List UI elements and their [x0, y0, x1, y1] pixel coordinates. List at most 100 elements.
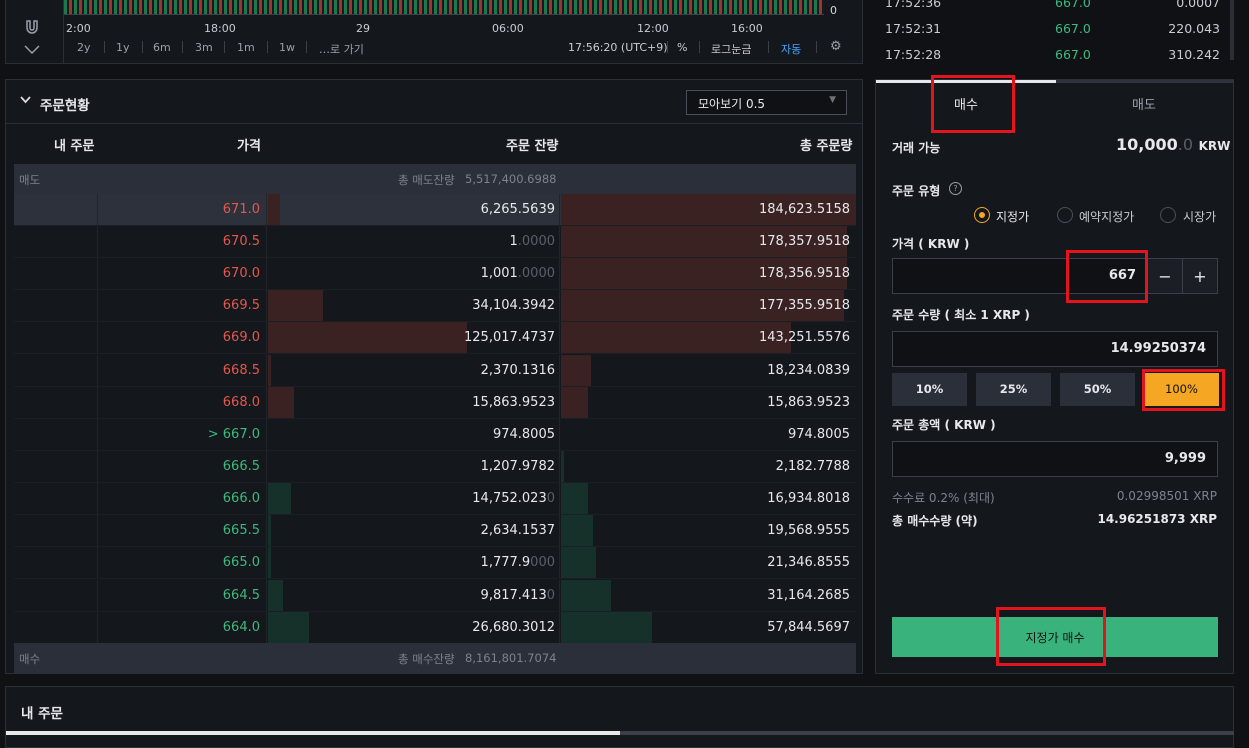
price-cell[interactable]: 666.5: [99, 451, 267, 483]
qty-cell: 15,863.9523: [268, 386, 560, 418]
price-increment-button[interactable]: +: [1182, 258, 1218, 294]
chart-divider: [63, 0, 64, 64]
period-1w[interactable]: 1w: [279, 41, 295, 54]
bid-row[interactable]: 664.0 26,680.3012 57,844.5697: [14, 611, 856, 644]
period-6m[interactable]: 6m: [153, 41, 171, 54]
total-depth-bar: [561, 354, 591, 386]
qty-depth-bar: [268, 547, 271, 579]
ask-row[interactable]: 669.5 34,104.3942 177,355.9518: [14, 290, 856, 323]
my-orders-tab-indicator-inactive[interactable]: [620, 731, 1234, 735]
gear-icon[interactable]: ⚙: [830, 39, 842, 54]
period-2y[interactable]: 2y: [77, 41, 91, 54]
chevron-down-icon[interactable]: [20, 44, 44, 60]
price-cell[interactable]: 668.5: [99, 354, 267, 386]
pct-25-button[interactable]: 25%: [976, 373, 1051, 406]
total-value: 177,355.9518: [759, 298, 850, 314]
ask-row[interactable]: 670.5 1.0000 178,357.9518: [14, 226, 856, 259]
qty-depth-bar: [268, 611, 309, 643]
price-cell[interactable]: 666.0: [99, 483, 267, 515]
qty-value: 1,001.0000: [480, 266, 555, 282]
qty-depth-bar: [268, 579, 283, 611]
total-depth-bar: [561, 386, 588, 418]
radio-limit-label[interactable]: 지정가: [996, 208, 1029, 225]
total-input[interactable]: 9,999: [892, 441, 1218, 477]
radio-reserved-limit-label[interactable]: 예약지정가: [1079, 208, 1134, 225]
ask-row[interactable]: 670.0 1,001.0000 178,356.9518: [14, 258, 856, 291]
tab-sell[interactable]: 매도: [1132, 94, 1156, 113]
price-cell[interactable]: 670.5: [99, 226, 267, 258]
help-icon[interactable]: ?: [949, 182, 962, 195]
bid-row[interactable]: 666.5 1,207.9782 2,182.7788: [14, 451, 856, 484]
order-form: 매수 매도 거래 가능 10,000.0 KRW 주문 유형 ? 지정가 예약지…: [875, 75, 1234, 674]
pct-10-button[interactable]: 10%: [892, 373, 967, 406]
chart-axis: [64, 14, 824, 15]
bid-row[interactable]: 666.0 14,752.0230 16,934.8018: [14, 483, 856, 516]
total-depth-bar: [561, 547, 596, 579]
goto-date-button[interactable]: …로 가기: [319, 41, 364, 57]
price-cell[interactable]: 668.0: [99, 386, 267, 418]
log-scale-button[interactable]: 로그눈금: [711, 41, 751, 57]
magnet-icon[interactable]: [18, 18, 46, 38]
total-cell: 19,568.9555: [561, 515, 856, 547]
grouping-select[interactable]: 모아보기 0.5 ▼: [686, 90, 847, 115]
ask-row[interactable]: 669.0 125,017.4737 143,251.5576: [14, 322, 856, 355]
divider: [699, 41, 700, 53]
radio-market-label[interactable]: 시장가: [1183, 208, 1216, 225]
radio-market[interactable]: [1160, 207, 1176, 223]
my-order-cell: [14, 579, 98, 611]
price-cell[interactable]: 665.5: [99, 515, 267, 547]
radio-limit[interactable]: [974, 207, 990, 223]
price-cell[interactable]: 671.0: [99, 194, 267, 225]
orderbook-panel: 주문현황 모아보기 0.5 ▼ 내 주문 가격 주문 잔량 총 주문량 매도 총…: [5, 79, 863, 674]
annotation-box-price: [1066, 250, 1148, 303]
bid-total-label: 총 매수잔량: [398, 652, 455, 666]
qty-value: 15,863.9523: [472, 394, 555, 410]
period-1y[interactable]: 1y: [116, 41, 130, 54]
qty-cell: 26,680.3012: [268, 611, 560, 643]
x-tick: 12:00: [637, 22, 669, 35]
ask-total-value: 5,517,400.6988: [465, 172, 557, 186]
my-orders-tab-indicator[interactable]: [6, 731, 620, 735]
price-cell[interactable]: 664.0: [99, 611, 267, 643]
qty-cell: 974.8005: [268, 419, 560, 450]
price-cell[interactable]: > 667.0: [99, 419, 267, 450]
divider: [768, 41, 769, 53]
trades-scrollbar[interactable]: [1230, 0, 1234, 60]
period-3m[interactable]: 3m: [195, 41, 213, 54]
price-decrement-button[interactable]: −: [1147, 258, 1183, 294]
collapse-chevron-icon[interactable]: [20, 94, 31, 107]
total-cell: 16,934.8018: [561, 483, 856, 515]
bid-row[interactable]: 665.5 2,634.1537 19,568.9555: [14, 515, 856, 548]
price-cell[interactable]: 669.0: [99, 322, 267, 354]
bid-row[interactable]: 665.0 1,777.9000 21,346.8555: [14, 547, 856, 580]
bid-row[interactable]: 664.5 9,817.4130 31,164.2685: [14, 579, 856, 612]
qty-depth-bar: [268, 515, 271, 547]
radio-reserved-limit[interactable]: [1057, 207, 1073, 223]
ask-row[interactable]: 671.0 6,265.5639 184,623.5158: [14, 194, 856, 226]
fee-label: 수수료 0.2% (최대): [892, 491, 995, 505]
bid-row[interactable]: > 667.0 974.8005 974.8005: [14, 419, 856, 451]
orderbook-title: 주문현황: [40, 98, 90, 114]
total-cell: 31,164.2685: [561, 579, 856, 611]
qty-input[interactable]: 14.99250374: [892, 331, 1218, 367]
price-cell[interactable]: 665.0: [99, 547, 267, 579]
price-cell[interactable]: 664.5: [99, 579, 267, 611]
my-order-cell: [14, 451, 98, 483]
orderbook-body: 매도 총 매도잔량 5,517,400.6988 671.0 6,265.5639…: [14, 164, 856, 673]
candlestick-chart[interactable]: [64, 0, 824, 14]
price-cell[interactable]: 670.0: [99, 258, 267, 290]
period-1m[interactable]: 1m: [237, 41, 255, 54]
percent-scale-button[interactable]: %: [677, 41, 687, 54]
trade-time: 17:52:31: [885, 21, 942, 36]
total-depth-bar: [561, 451, 564, 483]
auto-scale-button[interactable]: 자동: [781, 41, 801, 57]
qty-value: 9,817.4130: [480, 587, 555, 603]
ask-row[interactable]: 668.0 15,863.9523 15,863.9523: [14, 386, 856, 419]
ask-row[interactable]: 668.5 2,370.1316 18,234.0839: [14, 354, 856, 387]
pct-50-button[interactable]: 50%: [1060, 373, 1135, 406]
chevron-down-icon: ▼: [829, 95, 836, 105]
total-value: 974.8005: [787, 427, 850, 442]
total-depth-bar: [561, 611, 652, 643]
price-cell[interactable]: 669.5: [99, 290, 267, 322]
total-value: 178,356.9518: [759, 266, 850, 282]
